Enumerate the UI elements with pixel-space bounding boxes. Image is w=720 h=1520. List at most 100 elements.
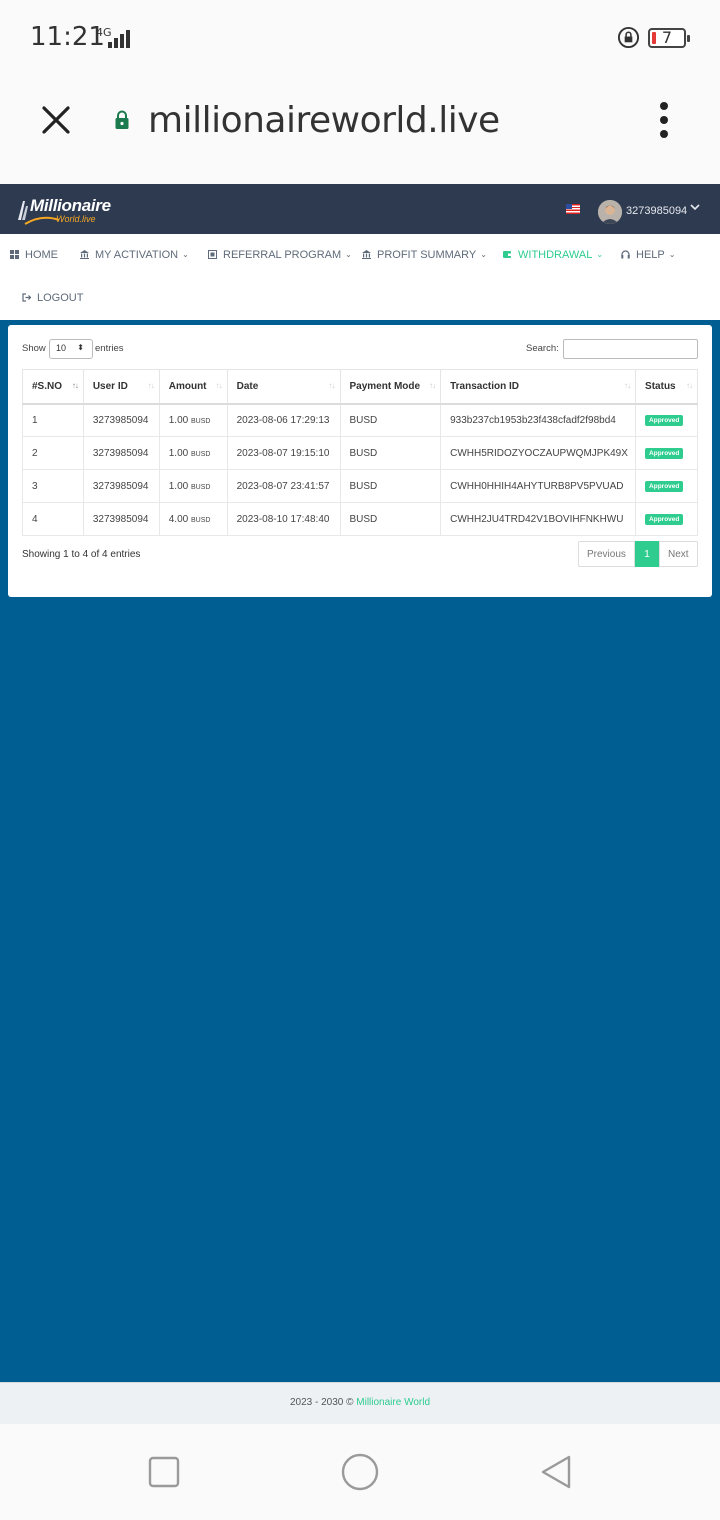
bank-icon <box>80 250 89 259</box>
nav-referral-program[interactable]: REFERRAL PROGRAM ⌄ <box>208 249 352 261</box>
logout-icon <box>22 293 31 302</box>
page-1-button[interactable]: 1 <box>635 541 659 567</box>
nav-help[interactable]: HELP ⌄ <box>621 249 675 261</box>
table-header-row: #S.NO ↑↓ User ID ↑↓ Amount ↑↓ Date ↑↓ Paymen… <box>22 369 698 405</box>
cell-date: 2023-08-10 17:48:40 <box>226 502 341 536</box>
cell-amount: 1.00 BUSD <box>158 436 228 470</box>
site-logo[interactable]: Millionaire World.live <box>16 194 126 226</box>
status-time: 11:21 <box>30 22 105 52</box>
col-user-id-label: User ID <box>92 380 128 392</box>
cell-user-id: 3273985094 <box>82 403 160 437</box>
nav-home-label: HOME <box>25 249 58 261</box>
cell-user-id: 3273985094 <box>82 436 160 470</box>
col-status[interactable]: Status ↑↓ <box>635 369 698 405</box>
status-bar: 11:21 4G 7 <box>0 0 720 76</box>
pagination-info: Showing 1 to 4 of 4 entries <box>22 549 141 560</box>
cell-amount: 4.00 BUSD <box>158 502 228 536</box>
chevron-down-icon: ⌄ <box>668 250 676 259</box>
headset-icon <box>621 250 630 259</box>
cell-payment-mode: BUSD <box>339 436 442 470</box>
col-payment-mode[interactable]: Payment Mode ↑↓ <box>339 369 442 405</box>
url-text[interactable]: millionaireworld.live <box>148 100 500 141</box>
table-row: 3 3273985094 1.00 BUSD 2023-08-07 23:41:… <box>22 469 698 503</box>
col-sno[interactable]: #S.NO ↑↓ <box>22 369 84 405</box>
cell-status: Approved <box>635 502 698 536</box>
page-size-select[interactable]: 10 ⬍ <box>49 339 93 359</box>
cell-date: 2023-08-07 19:15:10 <box>226 436 341 470</box>
nav-profit-summary-label: PROFIT SUMMARY <box>377 249 477 261</box>
site-header: Millionaire World.live 3273985094 <box>0 184 720 234</box>
table-row: 1 3273985094 1.00 BUSD 2023-08-06 17:29:… <box>22 403 698 437</box>
nav-profit-summary[interactable]: PROFIT SUMMARY ⌄ <box>362 249 487 261</box>
us-flag-icon[interactable] <box>566 204 580 214</box>
chevron-down-icon: ⌄ <box>596 250 604 259</box>
copyright-text: 2023 - 2030 © <box>289 1397 357 1408</box>
search-input[interactable] <box>563 339 698 359</box>
user-id-label[interactable]: 3273985094 <box>626 205 687 217</box>
home-icon[interactable] <box>340 1452 380 1492</box>
battery-level: 7 <box>661 28 673 47</box>
chevron-down-icon: ⌄ <box>345 250 352 259</box>
nav-withdrawal[interactable]: WITHDRAWAL ⌄ <box>503 249 603 261</box>
pagination: Previous 1 Next <box>578 541 698 567</box>
nav-logout[interactable]: LOGOUT <box>22 292 83 304</box>
logo-swoosh-icon <box>24 216 60 225</box>
site-footer: 2023 - 2030 © Millionaire World <box>0 1382 720 1424</box>
status-badge: Approved <box>645 481 684 492</box>
page-size-value: 10 <box>56 343 67 353</box>
footer-brand-link[interactable]: Millionaire World <box>356 1397 430 1408</box>
browser-url-bar: millionaireworld.live <box>0 76 720 184</box>
show-label: Show <box>22 343 46 354</box>
cell-transaction-id: CWHH5RIDOZYOCZAUPWQMJPK49X <box>440 436 637 470</box>
amount-value: 4.00 <box>168 513 189 525</box>
withdrawal-table-card: Show 10 ⬍ entries Search: #S.NO ↑↓ User I… <box>8 325 712 597</box>
sort-icon: ↑↓ <box>215 381 223 390</box>
nav-logout-label: LOGOUT <box>37 292 84 304</box>
status-badge: Approved <box>645 514 684 525</box>
more-options-icon[interactable] <box>656 102 672 138</box>
nav-home[interactable]: HOME <box>10 249 58 261</box>
back-icon[interactable] <box>538 1454 574 1490</box>
logo-main-text: Millionaire <box>30 196 111 215</box>
nav-my-activation[interactable]: MY ACTIVATION ⌄ <box>80 249 189 261</box>
footer-text: 2023 - 2030 © Millionaire World <box>0 1397 720 1408</box>
next-button[interactable]: Next <box>659 541 698 567</box>
chevron-down-icon[interactable] <box>690 201 700 215</box>
user-photo-icon <box>598 200 622 224</box>
col-amount[interactable]: Amount ↑↓ <box>158 369 228 405</box>
battery-icon: 7 <box>648 28 690 48</box>
col-transaction-id[interactable]: Transaction ID ↑↓ <box>440 369 637 405</box>
recent-apps-icon[interactable] <box>148 1456 180 1488</box>
status-badge: Approved <box>645 415 684 427</box>
cell-sno: 1 <box>22 403 84 437</box>
amount-unit: BUSD <box>190 516 211 524</box>
avatar[interactable] <box>598 200 622 224</box>
amount-value: 1.00 <box>168 480 189 492</box>
col-date[interactable]: Date ↑↓ <box>226 369 341 405</box>
sort-icon: ↑↓ <box>71 381 79 390</box>
cell-user-id: 3273985094 <box>82 502 160 536</box>
table-row: 4 3273985094 4.00 BUSD 2023-08-10 17:48:… <box>22 502 698 536</box>
previous-button[interactable]: Previous <box>578 541 635 567</box>
col-user-id[interactable]: User ID ↑↓ <box>82 369 160 405</box>
nav-referral-program-label: REFERRAL PROGRAM <box>223 249 342 261</box>
cell-payment-mode: BUSD <box>339 469 442 503</box>
sort-icon: ↑↓ <box>429 381 436 390</box>
signal-icon <box>108 30 132 48</box>
sort-icon: ↑↓ <box>328 381 336 390</box>
status-badge: Approved <box>645 448 684 459</box>
main-nav: HOME MY ACTIVATION ⌄ REFERRAL PROGRAM ⌄ PR… <box>0 234 720 320</box>
cell-amount: 1.00 BUSD <box>158 469 228 503</box>
cell-status: Approved <box>635 469 698 503</box>
cell-transaction-id: 933b237cb1953b23f438cfadf2f98bd4 <box>440 403 637 437</box>
amount-unit: BUSD <box>190 450 211 458</box>
chevron-down-icon: ⌄ <box>182 250 189 259</box>
cell-date: 2023-08-07 23:41:57 <box>226 469 341 503</box>
cell-sno: 2 <box>22 436 84 470</box>
search-label: Search: <box>526 343 559 354</box>
cell-payment-mode: BUSD <box>339 502 442 536</box>
close-icon[interactable] <box>38 102 74 138</box>
secure-lock-icon <box>115 110 129 129</box>
cell-sno: 3 <box>22 469 84 503</box>
cell-sno: 4 <box>22 502 84 536</box>
